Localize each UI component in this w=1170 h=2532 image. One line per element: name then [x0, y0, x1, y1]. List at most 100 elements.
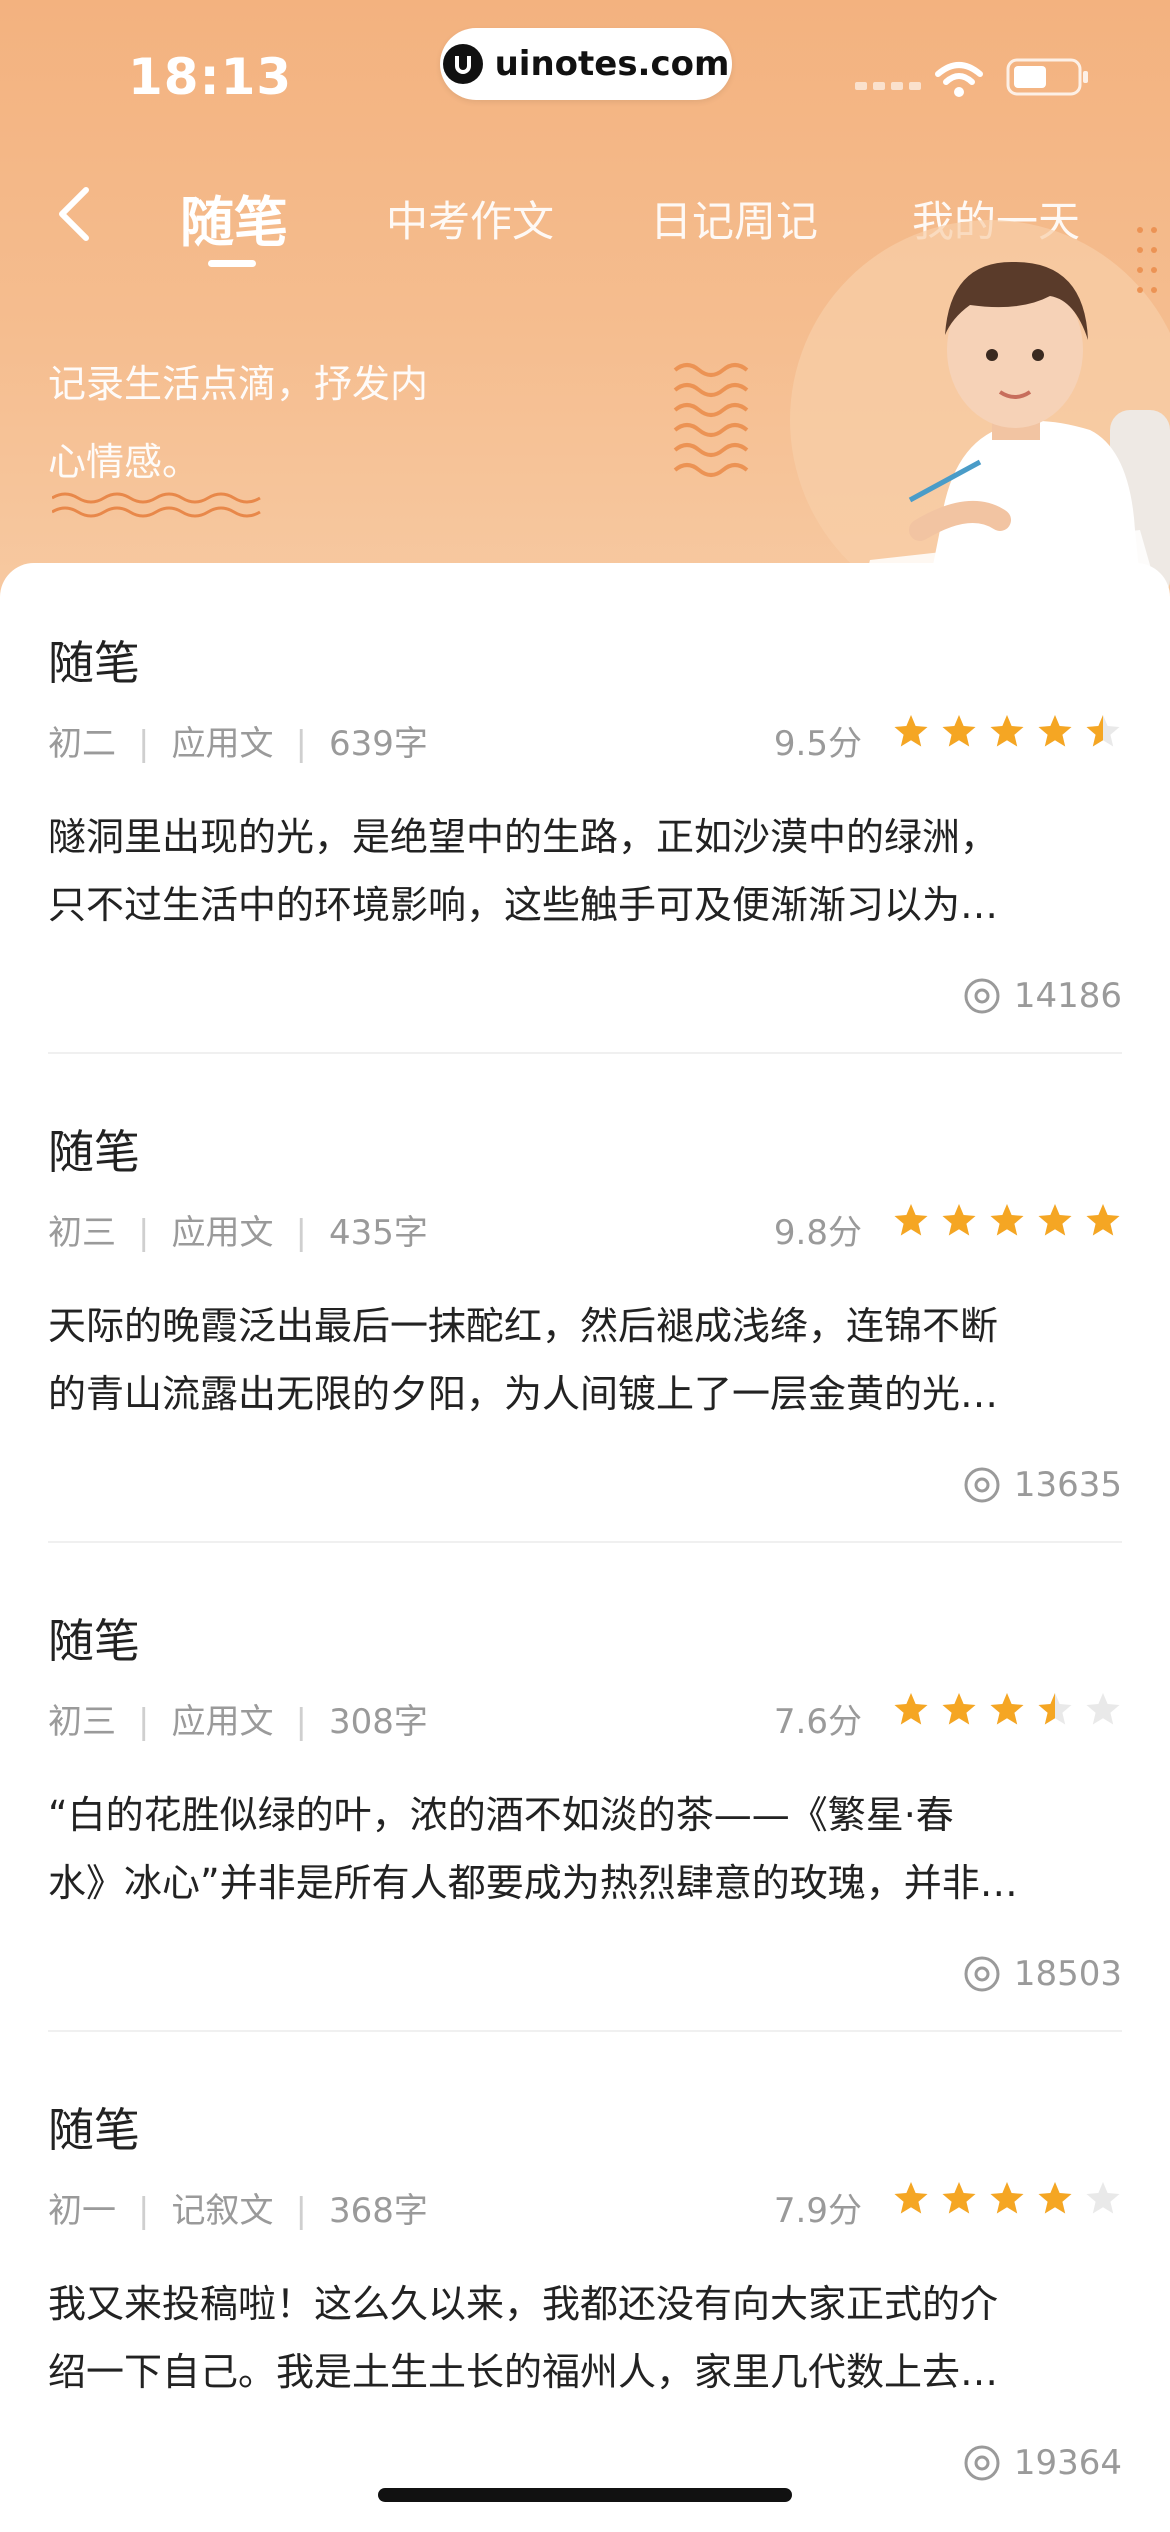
divider: |	[295, 724, 307, 764]
essay-title: 随笔	[48, 636, 140, 690]
essay-meta: 初三 | 应用文 | 435字	[48, 1205, 428, 1254]
star-full-icon	[990, 1693, 1024, 1725]
star-half-icon	[1038, 1693, 1072, 1725]
essay-grade: 初三	[48, 1702, 116, 1742]
essay-grade: 初二	[48, 724, 116, 764]
essay-meta: 初三 | 应用文 | 308字	[48, 1694, 428, 1743]
star-full-icon	[894, 2182, 928, 2214]
essay-score: 9.8分	[773, 1213, 862, 1253]
star-full-icon	[990, 715, 1024, 747]
essay-genre: 记叙文	[171, 2191, 274, 2231]
essay-word-count: 435字	[328, 1213, 428, 1253]
essay-genre: 应用文	[171, 1702, 274, 1742]
view-count-value: 18503	[1013, 1954, 1122, 1994]
divider: |	[295, 2191, 307, 2231]
essay-word-count: 639字	[328, 724, 428, 764]
eye-icon	[964, 1467, 1000, 1503]
tab-zhongkao-zuowen[interactable]: 中考作文	[386, 188, 554, 249]
star-full-icon	[894, 715, 928, 747]
banner-slogan: 记录生活点滴，抒发内 心情感。	[48, 345, 478, 501]
essay-grade: 初一	[48, 2191, 116, 2231]
essay-item[interactable]: 随笔 初一 | 记叙文 | 368字 7.9分 我又来投稿啦！这么久以来，我都还没有向大…	[48, 2030, 1122, 2519]
watermark-logo-icon	[442, 44, 483, 84]
star-full-icon	[894, 1693, 928, 1725]
excerpt-line: 天际的晚霞泛出最后一抹酡红，然后褪成浅绛，连锦不断	[48, 1304, 999, 1348]
essay-title: 随笔	[48, 1125, 140, 1179]
star-full-icon	[942, 2182, 976, 2214]
essay-excerpt: 隧洞里出现的光，是绝望中的生路，正如沙漠中的绿洲， 只不过生活中的环境影响，这些…	[48, 803, 1122, 939]
essay-excerpt: 我又来投稿啦！这么久以来，我都还没有向大家正式的介 绍一下自己。我是土生土长的福…	[48, 2270, 1122, 2406]
essay-excerpt: 天际的晚霞泛出最后一抹酡红，然后褪成浅绛，连锦不断 的青山流露出无限的夕阳，为人…	[48, 1292, 1122, 1428]
star-rating	[892, 2180, 1122, 2218]
divider: |	[295, 1702, 307, 1742]
view-count: 19364	[962, 2443, 1122, 2483]
tab-suibi[interactable]: 随笔	[180, 178, 288, 257]
essay-word-count: 308字	[328, 1702, 428, 1742]
essay-item[interactable]: 随笔 初二 | 应用文 | 639字 9.5分 隧洞里出现的光，是绝望中的生路，正如沙漠…	[48, 563, 1122, 1054]
star-rating	[892, 1202, 1122, 1240]
excerpt-line: 水》冰心”并非是所有人都要成为热烈肆意的玫瑰，并非…	[48, 1861, 1018, 1905]
star-full-icon	[942, 1204, 976, 1236]
home-indicator	[378, 2488, 792, 2502]
essay-excerpt: “白的花胜似绿的叶，浓的酒不如淡的茶——《繁星·春 水》冰心”并非是所有人都要成…	[48, 1781, 1122, 1917]
essay-score: 9.5分	[773, 724, 862, 764]
excerpt-line: 的青山流露出无限的夕阳，为人间镀上了一层金黄的光…	[48, 1372, 999, 1416]
eye-icon	[964, 2445, 1000, 2481]
essay-score: 7.9分	[773, 2191, 862, 2231]
star-full-icon	[942, 715, 976, 747]
star-full-icon	[990, 2182, 1024, 2214]
battery-icon	[1006, 58, 1088, 96]
star-full-icon	[1038, 715, 1072, 747]
active-tab-indicator	[208, 260, 256, 267]
divider: |	[138, 2191, 150, 2231]
essay-genre: 应用文	[171, 1213, 274, 1253]
divider: |	[138, 1702, 150, 1742]
eye-icon	[964, 978, 1000, 1014]
boy-writing-illustration	[673, 220, 1170, 600]
excerpt-line: “白的花胜似绿的叶，浓的酒不如淡的茶——《繁星·春	[48, 1793, 954, 1837]
essay-title: 随笔	[48, 2103, 140, 2157]
essay-score: 7.6分	[773, 1702, 862, 1742]
excerpt-line: 绍一下自己。我是土生土长的福州人，家里几代数上去…	[48, 2350, 999, 2394]
watermark-text: uinotes.com	[494, 44, 730, 84]
essay-title: 随笔	[48, 1614, 140, 1668]
slogan-line-1: 记录生活点滴，抒发内	[48, 362, 429, 406]
star-full-icon	[1086, 1204, 1120, 1236]
view-count-value: 19364	[1013, 2443, 1122, 2483]
star-rating	[892, 1691, 1122, 1729]
divider: |	[138, 1213, 150, 1253]
view-count: 14186	[962, 976, 1122, 1016]
essay-list: 随笔 初二 | 应用文 | 639字 9.5分 隧洞里出现的光，是绝望中的生路，正如沙漠…	[0, 563, 1170, 2532]
eye-icon	[964, 1956, 1000, 1992]
essay-grade: 初三	[48, 1213, 116, 1253]
star-full-icon	[942, 1693, 976, 1725]
star-full-icon	[1038, 1204, 1072, 1236]
status-time: 18:13	[128, 48, 293, 106]
view-count: 13635	[962, 1465, 1122, 1505]
excerpt-line: 只不过生活中的环境影响，这些触手可及便渐渐习以为…	[48, 883, 999, 927]
divider: |	[295, 1213, 307, 1253]
star-full-icon	[894, 1204, 928, 1236]
watermark-pill: uinotes.com	[440, 28, 732, 100]
excerpt-line: 隧洞里出现的光，是绝望中的生路，正如沙漠中的绿洲，	[48, 815, 999, 859]
essay-word-count: 368字	[328, 2191, 428, 2231]
essay-item[interactable]: 随笔 初三 | 应用文 | 308字 7.6分 “白的花胜似绿的叶，浓的酒不如淡的茶——…	[48, 1541, 1122, 2032]
signal-icon	[855, 82, 921, 90]
back-arrow-icon[interactable]	[50, 184, 100, 244]
star-half-icon	[1086, 715, 1120, 747]
star-full-icon	[990, 1204, 1024, 1236]
essay-meta: 初二 | 应用文 | 639字	[48, 716, 428, 765]
essay-meta: 初一 | 记叙文 | 368字	[48, 2183, 428, 2232]
excerpt-line: 我又来投稿啦！这么久以来，我都还没有向大家正式的介	[48, 2282, 999, 2326]
essay-genre: 应用文	[171, 724, 274, 764]
view-count-value: 14186	[1013, 976, 1122, 1016]
star-empty-icon	[1086, 1693, 1120, 1725]
essay-item[interactable]: 随笔 初三 | 应用文 | 435字 9.8分 天际的晚霞泛出最后一抹酡红，然后褪成浅绛…	[48, 1052, 1122, 1543]
star-empty-icon	[1086, 2182, 1120, 2214]
status-bar: 18:13 uinotes.com	[0, 0, 1170, 140]
wifi-icon	[935, 62, 983, 97]
view-count-value: 13635	[1013, 1465, 1122, 1505]
wave-decoration	[52, 492, 261, 518]
header-banner: 18:13 uinotes.com 随笔 中考作文 日记周记 我的一天 记录	[0, 0, 1170, 600]
view-count: 18503	[962, 1954, 1122, 1994]
